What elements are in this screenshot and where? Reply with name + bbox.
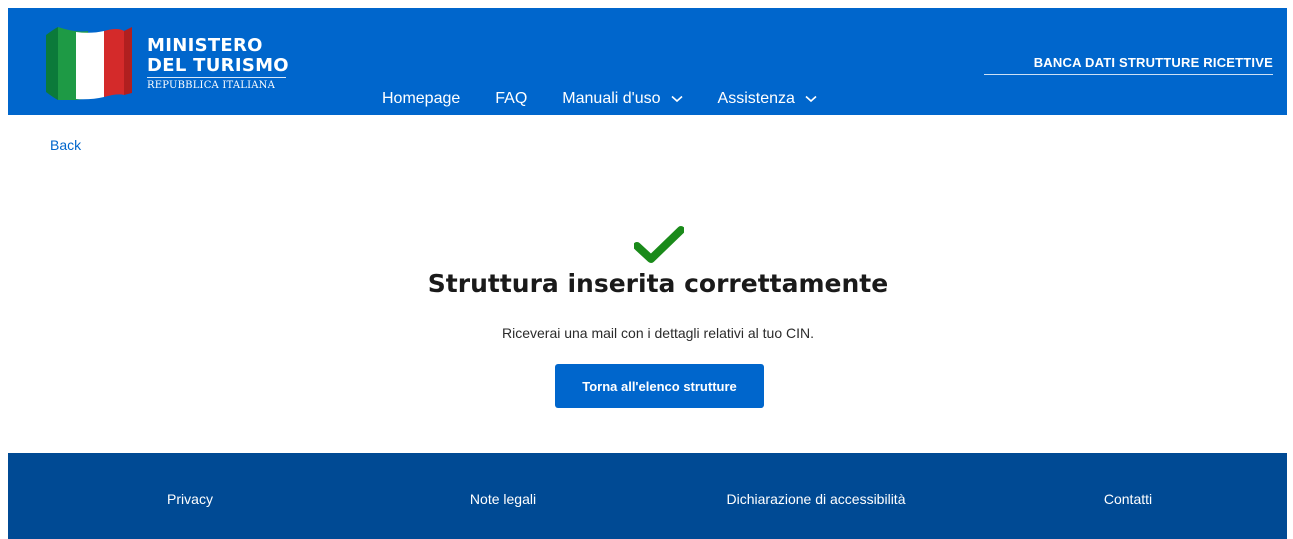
ministry-brand[interactable]: MINISTERO DEL TURISMO REPUBBLICA ITALIAN…	[147, 36, 289, 92]
success-title: Struttura inserita correttamente	[427, 269, 889, 298]
brand-divider	[147, 77, 286, 78]
database-title-underline	[984, 74, 1273, 75]
site-header: MINISTERO DEL TURISMO REPUBBLICA ITALIAN…	[8, 8, 1287, 115]
brand-subtitle: REPUBBLICA ITALIANA	[147, 80, 276, 91]
nav-faq-label: FAQ	[495, 90, 528, 107]
brand-title-line1: MINISTERO	[147, 35, 263, 56]
brand-title-line2: DEL TURISMO	[147, 55, 289, 76]
back-to-structures-button[interactable]: Torna all'elenco strutture	[555, 364, 764, 408]
footer-link-accessibilita[interactable]: Dichiarazione di accessibilità	[727, 491, 906, 507]
checkmark-icon	[634, 226, 684, 263]
nav-homepage[interactable]: Homepage	[382, 90, 460, 108]
italian-flag-logo	[46, 27, 132, 100]
footer-link-note-legali[interactable]: Note legali	[470, 491, 536, 507]
nav-assistenza-label: Assistenza	[717, 90, 795, 107]
database-title[interactable]: BANCA DATI STRUTTURE RICETTIVE	[1034, 55, 1273, 70]
success-message: Riceverai una mail con i dettagli relati…	[501, 325, 815, 341]
nav-manuali-label: Manuali d'uso	[562, 90, 661, 107]
back-link[interactable]: Back	[50, 137, 81, 153]
footer-link-contatti[interactable]: Contatti	[1104, 491, 1152, 507]
footer-link-privacy[interactable]: Privacy	[167, 491, 213, 507]
nav-manuali[interactable]: Manuali d'uso	[562, 90, 683, 108]
chevron-down-icon	[805, 95, 817, 103]
nav-homepage-label: Homepage	[382, 90, 461, 107]
nav-assistenza[interactable]: Assistenza	[718, 90, 817, 108]
main-nav: Homepage FAQ Manuali d'uso Assistenza	[382, 88, 852, 110]
site-footer: Privacy Note legali Dichiarazione di acc…	[8, 453, 1287, 539]
nav-faq[interactable]: FAQ	[495, 90, 527, 108]
chevron-down-icon	[670, 95, 683, 103]
